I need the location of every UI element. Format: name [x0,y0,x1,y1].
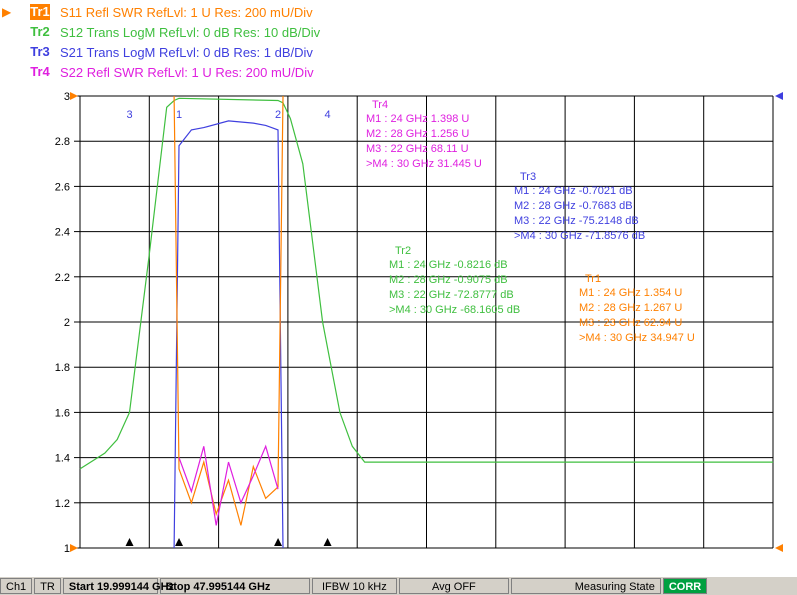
y-tick-label: 2 [64,317,70,329]
mode-label[interactable]: TR [34,578,61,594]
marker-table-row: >M4 : 30 GHz 31.445 U [366,158,482,170]
y-tick-label: 1.8 [55,362,70,374]
trace-row-tr1[interactable]: ▶ Tr1 S11 Refl SWR RefLvl: 1 U Res: 200 … [0,2,313,22]
y-tick-label: 2.4 [55,227,70,239]
marker-table-row: M2 : 28 GHz 1.267 U [579,302,682,314]
trace-desc-tr3: S21 Trans LogM RefLvl: 0 dB Res: 1 dB/Di… [60,44,313,60]
status-bar: Ch1 TR Start 19.999144 GHz Stop 47.99514… [0,577,797,595]
marker-id-label: 3 [126,109,132,121]
y-tick-label: 1.4 [55,453,70,465]
trace-row-tr4[interactable]: Tr4 S22 Refl SWR RefLvl: 1 U Res: 200 mU… [0,62,314,82]
trace-legend: ▶ Tr1 S11 Refl SWR RefLvl: 1 U Res: 200 … [0,0,797,88]
marker-table-row: M3 : 23 GHz 62.94 U [579,317,682,329]
trace-desc-tr1: S11 Refl SWR RefLvl: 1 U Res: 200 mU/Div [60,4,313,20]
trace-badge-tr4[interactable]: Tr4 [30,64,50,80]
marker-table-title: Tr4 [372,99,388,111]
y-tick-label: 1.6 [55,407,70,419]
trace-badge-tr2[interactable]: Tr2 [30,24,50,40]
trace-badge-tr3[interactable]: Tr3 [30,44,50,60]
marker-table-row: M1 : 24 GHz 1.354 U [579,287,682,299]
marker-table-row: M3 : 22 GHz -75.2148 dB [514,215,639,227]
y-tick-label: 1.2 [55,498,70,510]
measuring-state: Measuring State [510,578,661,594]
y-tick-label: 2.8 [55,136,70,148]
trace-desc-tr4: S22 Refl SWR RefLvl: 1 U Res: 200 mU/Div [60,64,314,80]
marker-id-label: 2 [275,109,281,121]
marker-table-row: M1 : 24 GHz -0.8216 dB [389,259,508,271]
y-tick-label: 1 [64,543,70,555]
marker-table-title: Tr2 [395,245,411,257]
channel-label[interactable]: Ch1 [0,578,33,594]
marker-table-title: Tr1 [585,273,601,285]
y-tick-label: 3 [64,91,70,103]
marker-table-row: M1 : 24 GHz -0.7021 dB [514,185,633,197]
marker-table-row: >M4 : 30 GHz -68.1605 dB [389,304,520,316]
marker-id-label: 4 [324,109,330,121]
trace-row-tr3[interactable]: Tr3 S21 Trans LogM RefLvl: 0 dB Res: 1 d… [0,42,313,62]
stop-frequency[interactable]: Stop 47.995144 GHz [159,578,310,594]
marker-table-row: M3 : 22 GHz 68.11 U [366,143,469,155]
correction-badge[interactable]: CORR [662,578,708,594]
marker-id-label: 1 [176,109,182,121]
start-frequency[interactable]: Start 19.999144 GHz [62,578,174,594]
measurement-diagram[interactable]: 3 2.8 2.6 2.4 2.2 2 1.8 1.6 1.4 1.2 1 1 2 3 4 Tr4 M1 :… [0,88,797,577]
ifbw-setting[interactable]: IFBW 10 kHz [311,578,397,594]
y-tick-label: 2.6 [55,181,70,193]
marker-table-row: M2 : 28 GHz -0.7683 dB [514,200,633,212]
marker-table-row: M2 : 28 GHz -0.9075 dB [389,274,508,286]
trace-row-tr2[interactable]: Tr2 S12 Trans LogM RefLvl: 0 dB Res: 10 … [0,22,320,42]
trace-desc-tr2: S12 Trans LogM RefLvl: 0 dB Res: 10 dB/D… [60,24,321,40]
trace-badge-tr1[interactable]: Tr1 [30,4,50,20]
marker-table-row: M3 : 22 GHz -72.8777 dB [389,289,514,301]
y-tick-label: 2.2 [55,272,70,284]
marker-table-row: M2 : 28 GHz 1.256 U [366,128,469,140]
marker-table-title: Tr3 [520,171,536,183]
marker-table-row: M1 : 24 GHz 1.398 U [366,113,469,125]
marker-table-row: >M4 : 30 GHz -71.8576 dB [514,230,645,242]
active-trace-arrow-icon: ▶ [2,5,12,19]
marker-table-row: >M4 : 30 GHz 34.947 U [579,332,695,344]
averaging-setting[interactable]: Avg OFF [398,578,509,594]
